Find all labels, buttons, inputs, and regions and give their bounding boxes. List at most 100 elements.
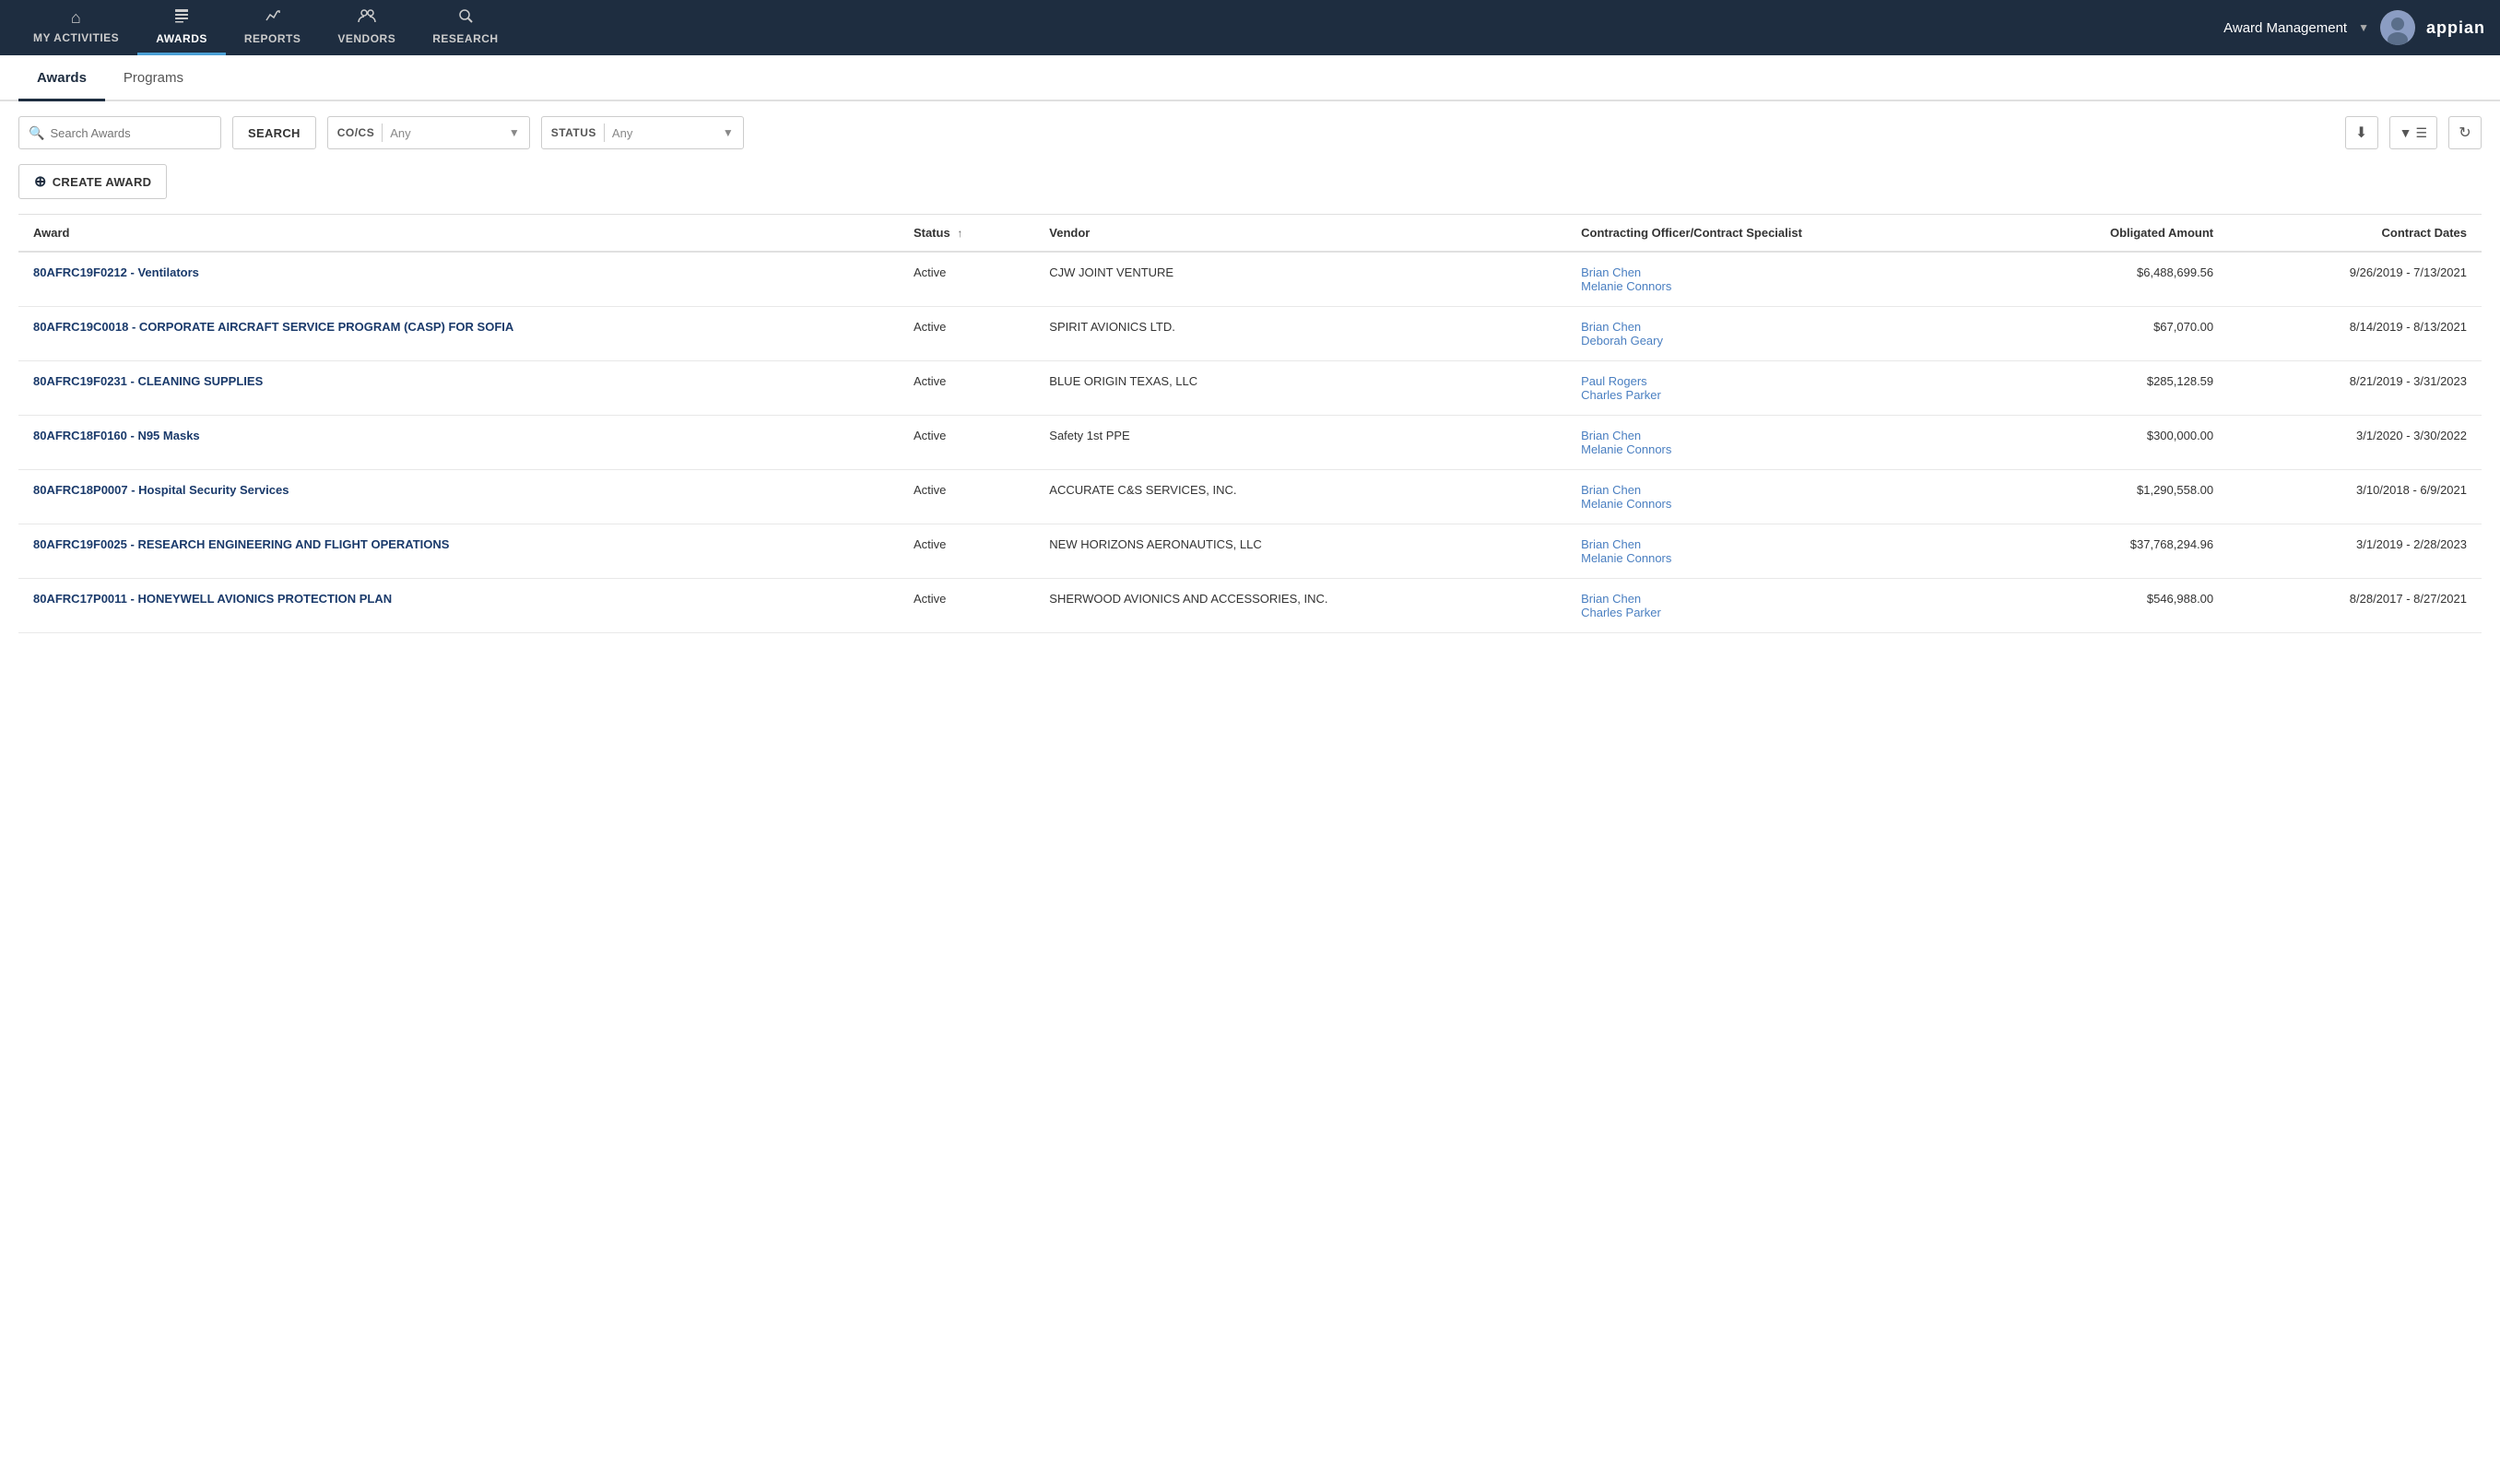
table-row: 80AFRC19F0212 - Ventilators Active CJW J… [18, 252, 2482, 307]
cs-link-1[interactable]: Deborah Geary [1581, 334, 1984, 347]
cocs-filter: CO/CS Any ▼ [327, 116, 530, 149]
search-icon: 🔍 [29, 125, 44, 141]
co-link-3[interactable]: Brian Chen [1581, 429, 1984, 442]
table-row: 80AFRC17P0011 - HONEYWELL AVIONICS PROTE… [18, 579, 2482, 633]
search-box: 🔍 [18, 116, 221, 149]
status-dropdown-icon: ▼ [723, 126, 734, 139]
cell-obligated-4: $1,290,558.00 [1999, 470, 2228, 524]
col-header-vendor: Vendor [1034, 215, 1566, 253]
download-button[interactable]: ⬇ [2345, 116, 2378, 149]
cs-link-4[interactable]: Melanie Connors [1581, 497, 1984, 511]
award-link-0[interactable]: 80AFRC19F0212 - Ventilators [33, 265, 884, 279]
cell-vendor-1: SPIRIT AVIONICS LTD. [1034, 307, 1566, 361]
award-link-4[interactable]: 80AFRC18P0007 - Hospital Security Servic… [33, 483, 884, 497]
nav-item-awards[interactable]: AWARDS [137, 0, 226, 55]
cell-obligated-1: $67,070.00 [1999, 307, 2228, 361]
nav-label-awards: AWARDS [156, 32, 207, 45]
appian-logo: appian [2426, 18, 2485, 38]
app-title[interactable]: Award Management [2223, 20, 2347, 36]
cell-status-3: Active [899, 416, 1034, 470]
award-link-6[interactable]: 80AFRC17P0011 - HONEYWELL AVIONICS PROTE… [33, 592, 884, 606]
create-area: ⊕ CREATE AWARD [0, 164, 2500, 214]
co-link-2[interactable]: Paul Rogers [1581, 374, 1984, 388]
download-icon: ⬇ [2355, 124, 2367, 142]
cs-link-3[interactable]: Melanie Connors [1581, 442, 1984, 456]
research-icon [457, 7, 474, 29]
cell-award-0: 80AFRC19F0212 - Ventilators [18, 252, 899, 307]
avatar[interactable] [2380, 10, 2415, 45]
cell-co-cs-1: Brian Chen Deborah Geary [1566, 307, 1999, 361]
status-select[interactable]: Any [612, 126, 715, 140]
cocs-divider [382, 124, 383, 142]
award-link-2[interactable]: 80AFRC19F0231 - CLEANING SUPPLIES [33, 374, 884, 388]
col-header-co-cs: Contracting Officer/Contract Specialist [1566, 215, 1999, 253]
cs-link-6[interactable]: Charles Parker [1581, 606, 1984, 619]
cs-link-5[interactable]: Melanie Connors [1581, 551, 1984, 565]
tab-awards[interactable]: Awards [18, 55, 105, 101]
cocs-label: CO/CS [337, 126, 375, 139]
col-header-status[interactable]: Status ↑ [899, 215, 1034, 253]
status-label: STATUS [551, 126, 596, 139]
cell-obligated-3: $300,000.00 [1999, 416, 2228, 470]
sort-icon: ↑ [957, 227, 962, 240]
cell-vendor-4: ACCURATE C&S SERVICES, INC. [1034, 470, 1566, 524]
table-row: 80AFRC18P0007 - Hospital Security Servic… [18, 470, 2482, 524]
page-tabs: Awards Programs [0, 55, 2500, 101]
filter-button[interactable]: ▼ ☰ [2389, 116, 2437, 149]
co-link-6[interactable]: Brian Chen [1581, 592, 1984, 606]
cell-dates-5: 3/1/2019 - 2/28/2023 [2228, 524, 2482, 579]
nav-item-research[interactable]: RESEARCH [414, 0, 516, 55]
create-award-label: CREATE AWARD [53, 175, 152, 189]
cell-dates-3: 3/1/2020 - 3/30/2022 [2228, 416, 2482, 470]
search-button[interactable]: SEARCH [232, 116, 316, 149]
table-row: 80AFRC19F0231 - CLEANING SUPPLIES Active… [18, 361, 2482, 416]
award-link-3[interactable]: 80AFRC18F0160 - N95 Masks [33, 429, 884, 442]
cell-status-5: Active [899, 524, 1034, 579]
co-link-4[interactable]: Brian Chen [1581, 483, 1984, 497]
nav-label-my-activities: MY ACTIVITIES [33, 31, 119, 44]
cell-co-cs-5: Brian Chen Melanie Connors [1566, 524, 1999, 579]
co-link-0[interactable]: Brian Chen [1581, 265, 1984, 279]
app-title-dropdown-icon[interactable]: ▼ [2358, 21, 2369, 34]
nav-items: ⌂ MY ACTIVITIES AWARDS REPORTS [15, 0, 2223, 55]
refresh-icon: ↻ [2459, 124, 2471, 142]
nav-label-vendors: VENDORS [337, 32, 395, 45]
cell-vendor-0: CJW JOINT VENTURE [1034, 252, 1566, 307]
cell-dates-6: 8/28/2017 - 8/27/2021 [2228, 579, 2482, 633]
nav-item-my-activities[interactable]: ⌂ MY ACTIVITIES [15, 0, 137, 55]
cell-award-6: 80AFRC17P0011 - HONEYWELL AVIONICS PROTE… [18, 579, 899, 633]
cell-co-cs-0: Brian Chen Melanie Connors [1566, 252, 1999, 307]
search-input[interactable] [50, 126, 197, 140]
awards-table-container: Award Status ↑ Vendor Contracting Office… [0, 214, 2500, 633]
award-link-1[interactable]: 80AFRC19C0018 - CORPORATE AIRCRAFT SERVI… [33, 320, 884, 334]
nav-label-research: RESEARCH [432, 32, 498, 45]
award-link-5[interactable]: 80AFRC19F0025 - RESEARCH ENGINEERING AND… [33, 537, 884, 551]
cs-link-0[interactable]: Melanie Connors [1581, 279, 1984, 293]
refresh-button[interactable]: ↻ [2448, 116, 2482, 149]
co-link-1[interactable]: Brian Chen [1581, 320, 1984, 334]
table-row: 80AFRC19F0025 - RESEARCH ENGINEERING AND… [18, 524, 2482, 579]
cell-dates-0: 9/26/2019 - 7/13/2021 [2228, 252, 2482, 307]
awards-table: Award Status ↑ Vendor Contracting Office… [18, 214, 2482, 633]
table-header-row: Award Status ↑ Vendor Contracting Office… [18, 215, 2482, 253]
nav-right: Award Management ▼ appian [2223, 10, 2485, 45]
table-row: 80AFRC19C0018 - CORPORATE AIRCRAFT SERVI… [18, 307, 2482, 361]
cell-dates-2: 8/21/2019 - 3/31/2023 [2228, 361, 2482, 416]
co-link-5[interactable]: Brian Chen [1581, 537, 1984, 551]
filter-icon-lines: ☰ [2415, 125, 2427, 141]
top-navigation: ⌂ MY ACTIVITIES AWARDS REPORTS [0, 0, 2500, 55]
cell-dates-4: 3/10/2018 - 6/9/2021 [2228, 470, 2482, 524]
nav-item-vendors[interactable]: VENDORS [319, 0, 414, 55]
cell-obligated-0: $6,488,699.56 [1999, 252, 2228, 307]
cocs-select[interactable]: Any [390, 126, 501, 140]
nav-item-reports[interactable]: REPORTS [226, 0, 320, 55]
plus-icon: ⊕ [34, 172, 47, 191]
tab-programs[interactable]: Programs [105, 55, 202, 101]
nav-label-reports: REPORTS [244, 32, 301, 45]
cs-link-2[interactable]: Charles Parker [1581, 388, 1984, 402]
cell-award-3: 80AFRC18F0160 - N95 Masks [18, 416, 899, 470]
cell-obligated-6: $546,988.00 [1999, 579, 2228, 633]
filter-icon: ▼ [2400, 125, 2412, 140]
status-divider [604, 124, 605, 142]
create-award-button[interactable]: ⊕ CREATE AWARD [18, 164, 167, 199]
